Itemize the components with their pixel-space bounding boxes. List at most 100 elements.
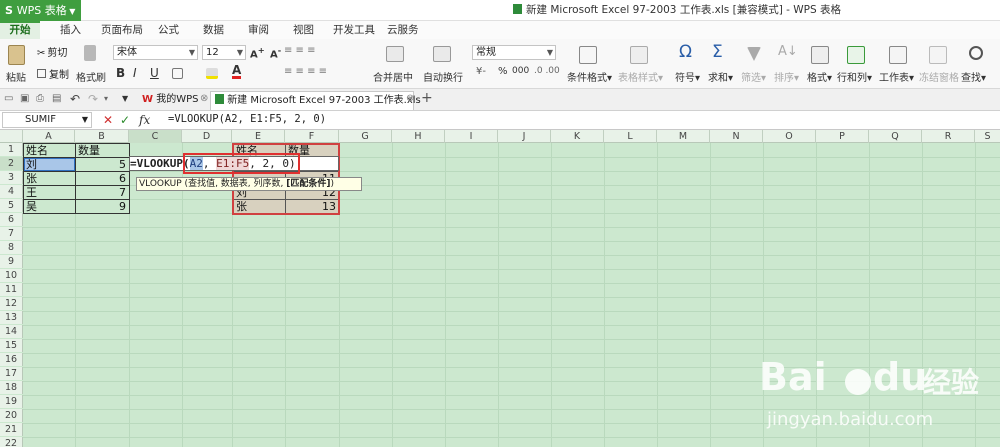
- tab-data[interactable]: 数据: [203, 21, 224, 39]
- row-header[interactable]: 13: [0, 311, 23, 324]
- underline-button[interactable]: U: [150, 66, 159, 80]
- qat-more-icon[interactable]: ▾: [104, 94, 108, 103]
- format-painter-button[interactable]: 格式刷: [76, 42, 106, 86]
- row-header[interactable]: 3: [0, 171, 23, 184]
- row-header[interactable]: 10: [0, 269, 23, 282]
- cell-b3[interactable]: 6: [76, 172, 129, 185]
- format-button[interactable]: 格式▾: [805, 42, 835, 86]
- redo-icon[interactable]: ↷: [88, 92, 98, 106]
- tab-review[interactable]: 审阅: [248, 21, 269, 39]
- currency-icon[interactable]: ¥-: [476, 66, 486, 77]
- select-all-corner[interactable]: [0, 130, 23, 143]
- cell-a5[interactable]: 吴: [24, 200, 75, 213]
- row-header[interactable]: 4: [0, 185, 23, 198]
- col-header-m[interactable]: M: [657, 130, 710, 143]
- conditional-format-button[interactable]: 条件格式▾: [565, 42, 612, 86]
- row-header[interactable]: 12: [0, 297, 23, 310]
- row-header[interactable]: 7: [0, 227, 23, 240]
- save-icon[interactable]: ▣: [20, 93, 29, 104]
- row-header[interactable]: 14: [0, 325, 23, 338]
- cell-a3[interactable]: 张: [24, 172, 75, 185]
- align-top-icon[interactable]: ≡ ≡ ≡: [284, 45, 316, 56]
- tab-formulas[interactable]: 公式: [158, 21, 179, 39]
- row-header[interactable]: 17: [0, 367, 23, 380]
- paste-button[interactable]: 粘贴: [4, 42, 30, 86]
- wrap-text-button[interactable]: 自动换行: [423, 42, 463, 86]
- tab-my-wps[interactable]: W 我的WPS: [138, 91, 206, 110]
- print-icon[interactable]: ⎙: [36, 93, 44, 104]
- cancel-icon[interactable]: ✕: [103, 113, 113, 127]
- worksheet-button[interactable]: 工作表▾: [878, 42, 918, 86]
- col-header-f[interactable]: F: [285, 130, 339, 143]
- cell-b5[interactable]: 9: [76, 200, 129, 213]
- table-style-button[interactable]: 表格样式▾: [616, 42, 663, 86]
- col-header-k[interactable]: K: [551, 130, 604, 143]
- col-header-b[interactable]: B: [75, 130, 129, 143]
- tab-developer[interactable]: 开发工具: [333, 21, 375, 39]
- tab-page-layout[interactable]: 页面布局: [101, 21, 143, 39]
- row-header[interactable]: 21: [0, 423, 23, 436]
- bold-button[interactable]: B: [116, 66, 125, 80]
- col-header-l[interactable]: L: [604, 130, 657, 143]
- col-header-s[interactable]: S: [975, 130, 1000, 143]
- col-header-n[interactable]: N: [710, 130, 763, 143]
- formula-input[interactable]: =VLOOKUP(A2, E1:F5, 2, 0): [168, 112, 326, 128]
- cell-b4[interactable]: 7: [76, 186, 129, 199]
- spreadsheet-grid[interactable]: A B C D E F G H I J K L M N O P Q R S 1 …: [0, 130, 1000, 447]
- close-icon[interactable]: ⊗: [200, 93, 208, 104]
- wps-app-menu-button[interactable]: S WPS 表格 ▼: [0, 0, 81, 21]
- row-header[interactable]: 22: [0, 437, 23, 447]
- col-header-h[interactable]: H: [392, 130, 445, 143]
- row-header[interactable]: 16: [0, 353, 23, 366]
- col-header-e[interactable]: E: [232, 130, 285, 143]
- thousands-button[interactable]: 000: [512, 66, 529, 76]
- cell-b1[interactable]: 数量: [76, 144, 129, 157]
- tab-home[interactable]: 开始: [0, 21, 40, 39]
- align-left-icon[interactable]: ≡ ≡ ≡ ≡: [284, 66, 327, 77]
- fx-icon[interactable]: fx: [139, 113, 150, 127]
- tab-document[interactable]: 新建 Microsoft Excel 97-2003 工作表.xls: [210, 91, 421, 110]
- merge-center-button[interactable]: 合并居中: [372, 42, 418, 86]
- font-size-select[interactable]: 12 ▼: [202, 45, 246, 60]
- col-header-a[interactable]: A: [23, 130, 75, 143]
- col-header-d[interactable]: D: [182, 130, 232, 143]
- row-header[interactable]: 20: [0, 409, 23, 422]
- sum-button[interactable]: Σ 求和▾: [706, 42, 736, 86]
- sort-button[interactable]: A↓ 排序▾: [772, 42, 802, 86]
- col-header-i[interactable]: I: [445, 130, 498, 143]
- tab-view[interactable]: 视图: [293, 21, 314, 39]
- row-header[interactable]: 15: [0, 339, 23, 352]
- cell-a1[interactable]: 姓名: [24, 144, 75, 157]
- find-button[interactable]: 查找▾: [958, 42, 998, 86]
- cell-b2[interactable]: 5: [76, 158, 129, 171]
- tab-cloud[interactable]: 云服务: [387, 21, 419, 39]
- col-header-g[interactable]: G: [339, 130, 392, 143]
- confirm-icon[interactable]: ✓: [120, 113, 130, 127]
- font-color-icon[interactable]: A: [232, 64, 242, 79]
- col-header-c[interactable]: C: [129, 130, 182, 143]
- new-tab-icon[interactable]: +: [421, 90, 433, 106]
- name-box[interactable]: SUMIF ▼: [2, 112, 92, 128]
- row-header[interactable]: 5: [0, 199, 23, 212]
- row-header[interactable]: 2: [0, 157, 23, 170]
- copy-button[interactable]: 复制: [37, 66, 77, 81]
- print-preview-icon[interactable]: ▤: [52, 93, 61, 104]
- fill-color-icon[interactable]: [206, 68, 218, 79]
- undo-icon[interactable]: ↶: [70, 92, 80, 106]
- border-icon[interactable]: [172, 68, 183, 79]
- close-icon[interactable]: ⊗: [406, 93, 414, 104]
- cell-a2[interactable]: 刘: [24, 158, 75, 171]
- row-header[interactable]: 1: [0, 143, 23, 156]
- symbol-button[interactable]: Ω 符号▾: [673, 42, 703, 86]
- col-header-q[interactable]: Q: [869, 130, 922, 143]
- col-header-o[interactable]: O: [763, 130, 816, 143]
- row-header[interactable]: 8: [0, 241, 23, 254]
- font-name-select[interactable]: 宋体 ▼: [113, 45, 198, 60]
- col-header-j[interactable]: J: [498, 130, 551, 143]
- tab-insert[interactable]: 插入: [60, 21, 81, 39]
- cut-button[interactable]: ✂ 剪切: [37, 44, 77, 59]
- customize-icon[interactable]: ▼: [122, 94, 128, 103]
- open-icon[interactable]: ▭: [4, 93, 13, 104]
- row-col-button[interactable]: 行和列▾: [837, 42, 875, 86]
- row-header[interactable]: 19: [0, 395, 23, 408]
